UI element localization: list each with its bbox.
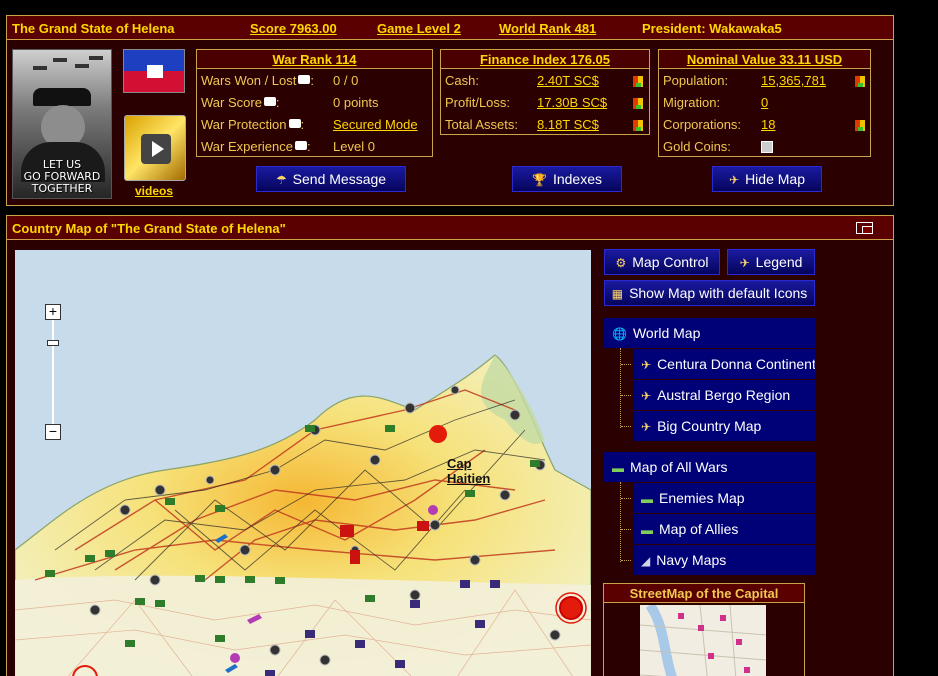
status-flag-icon xyxy=(633,120,643,131)
tank-icon: ▬ xyxy=(612,461,624,475)
nominal-value-title[interactable]: Nominal Value 33.11 USD xyxy=(659,50,870,69)
nominal-row-population: Population: 15,365,781 xyxy=(663,73,868,91)
map-canvas[interactable] xyxy=(15,250,591,676)
comment-icon[interactable] xyxy=(263,97,276,106)
comment-icon[interactable] xyxy=(298,75,311,84)
state-header-bar: The Grand State of Helena Score 7963.00 … xyxy=(7,16,893,40)
finance-index-title[interactable]: Finance Index 176.05 xyxy=(441,50,649,69)
map-control-icon: ⚙ xyxy=(615,256,627,270)
parachute-icon: ☂ xyxy=(275,173,287,187)
hide-map-button[interactable]: ✈ Hide Map xyxy=(712,166,822,192)
cash-value-link[interactable]: 2.40T SC$ xyxy=(537,73,599,88)
world-map-link[interactable]: 🌐 World Map xyxy=(604,318,815,348)
comment-icon[interactable] xyxy=(295,141,307,150)
national-flag xyxy=(123,49,185,93)
status-flag-icon xyxy=(855,76,865,87)
continent-map-link[interactable]: ✈ Centura Donna Continent xyxy=(633,349,815,379)
zoom-in-button[interactable]: + xyxy=(45,304,61,320)
state-name: The Grand State of Helena xyxy=(12,21,175,36)
status-flag-icon xyxy=(633,98,643,109)
country-map-panel: Country Map of "The Grand State of Helen… xyxy=(6,215,894,676)
population-link[interactable]: 15,365,781 xyxy=(761,73,826,88)
country-map[interactable]: + − Cap Haitien xyxy=(15,250,591,676)
war-stats-box: War Rank 114 Wars Won / Lost: 0 / 0 War … xyxy=(196,49,433,157)
tree-connector xyxy=(620,482,621,562)
all-wars-map-link[interactable]: ▬ Map of All Wars xyxy=(604,452,815,482)
war-row-protection: War Protection: Secured Mode xyxy=(201,117,418,132)
big-country-map-link[interactable]: ✈ Big Country Map xyxy=(633,411,815,441)
president-name: President: Wakawaka5 xyxy=(642,21,782,36)
map-control-button[interactable]: ⚙ Map Control xyxy=(604,249,720,275)
video-play-icon[interactable] xyxy=(124,115,186,181)
building-icon: ▦ xyxy=(611,287,624,301)
videos-link[interactable]: videos xyxy=(135,184,173,198)
nominal-stats-box: Nominal Value 33.11 USD Population: 15,3… xyxy=(658,49,871,157)
trophy-icon: 🏆 xyxy=(532,173,547,187)
finance-row-cash: Cash: 2.40T SC$ xyxy=(445,73,645,91)
zoom-out-button[interactable]: − xyxy=(45,424,61,440)
window-toggle-icon[interactable] xyxy=(856,222,873,234)
status-flag-icon xyxy=(633,76,643,87)
gold-coins-icon[interactable] xyxy=(761,141,773,153)
comment-icon[interactable] xyxy=(288,119,301,128)
bird-icon: ✈ xyxy=(641,420,652,434)
president-portrait[interactable]: LET US GO FORWARD TOGETHER xyxy=(12,49,112,199)
finance-row-assets: Total Assets: 8.18T SC$ xyxy=(445,117,645,135)
protection-mode-link[interactable]: Secured Mode xyxy=(333,117,418,132)
state-overview-panel: The Grand State of Helena Score 7963.00 … xyxy=(6,15,894,206)
migration-link[interactable]: 0 xyxy=(761,95,768,110)
nominal-row-migration: Migration: 0 xyxy=(663,95,769,110)
capital-streetmap-box[interactable]: StreetMap of the Capital xyxy=(603,583,805,676)
zoom-track[interactable] xyxy=(52,320,54,424)
status-flag-icon xyxy=(855,120,865,131)
game-level-link[interactable]: Game Level 2 xyxy=(377,21,461,36)
region-map-link[interactable]: ✈ Austral Bergo Region xyxy=(633,380,815,410)
assets-value-link[interactable]: 8.18T SC$ xyxy=(537,117,599,132)
tree-connector xyxy=(620,348,621,428)
war-row-score: War Score: 0 points xyxy=(201,95,379,110)
allies-map-link[interactable]: ▬ Map of Allies xyxy=(633,514,815,544)
default-icons-button[interactable]: ▦ Show Map with default Icons xyxy=(604,280,815,306)
tank-icon: ▬ xyxy=(641,492,653,506)
nominal-row-corporations: Corporations: 18 xyxy=(663,117,868,135)
war-row-won-lost: Wars Won / Lost: 0 / 0 xyxy=(201,73,359,88)
send-message-button[interactable]: ☂ Send Message xyxy=(256,166,406,192)
portrait-caption: LET US GO FORWARD TOGETHER xyxy=(23,158,101,195)
war-rank-title[interactable]: War Rank 114 xyxy=(197,50,432,69)
bird-icon: ✈ xyxy=(641,389,652,403)
streetmap-title: StreetMap of the Capital xyxy=(604,584,804,603)
world-rank-link[interactable]: World Rank 481 xyxy=(499,21,596,36)
bird-icon: ✈ xyxy=(729,173,740,187)
profit-value-link[interactable]: 17.30B SC$ xyxy=(537,95,607,110)
indexes-button[interactable]: 🏆 Indexes xyxy=(512,166,622,192)
bird-icon: ✈ xyxy=(641,358,652,372)
zoom-slider-handle[interactable] xyxy=(47,340,59,346)
war-row-experience: War Experience: Level 0 xyxy=(201,139,375,154)
finance-stats-box: Finance Index 176.05 Cash: 2.40T SC$ Pro… xyxy=(440,49,650,135)
finance-row-profit: Profit/Loss: 17.30B SC$ xyxy=(445,95,645,113)
globe-icon: 🌐 xyxy=(612,327,627,341)
navy-map-link[interactable]: ◢ Navy Maps xyxy=(633,545,815,575)
capital-marker-label[interactable]: Cap Haitien xyxy=(447,456,490,486)
bird-icon: ✈ xyxy=(739,256,750,270)
ship-icon: ◢ xyxy=(641,554,651,568)
streetmap-thumbnail[interactable] xyxy=(640,605,766,676)
nominal-row-gold: Gold Coins: xyxy=(663,139,868,157)
map-panel-title: Country Map of "The Grand State of Helen… xyxy=(12,221,286,236)
enemies-map-link[interactable]: ▬ Enemies Map xyxy=(633,483,815,513)
map-panel-header: Country Map of "The Grand State of Helen… xyxy=(7,216,893,240)
legend-button[interactable]: ✈ Legend xyxy=(727,249,815,275)
corporations-link[interactable]: 18 xyxy=(761,117,775,132)
tank-icon: ▬ xyxy=(641,523,653,537)
score-link[interactable]: Score 7963.00 xyxy=(250,21,337,36)
zoom-control: + − xyxy=(45,304,63,440)
